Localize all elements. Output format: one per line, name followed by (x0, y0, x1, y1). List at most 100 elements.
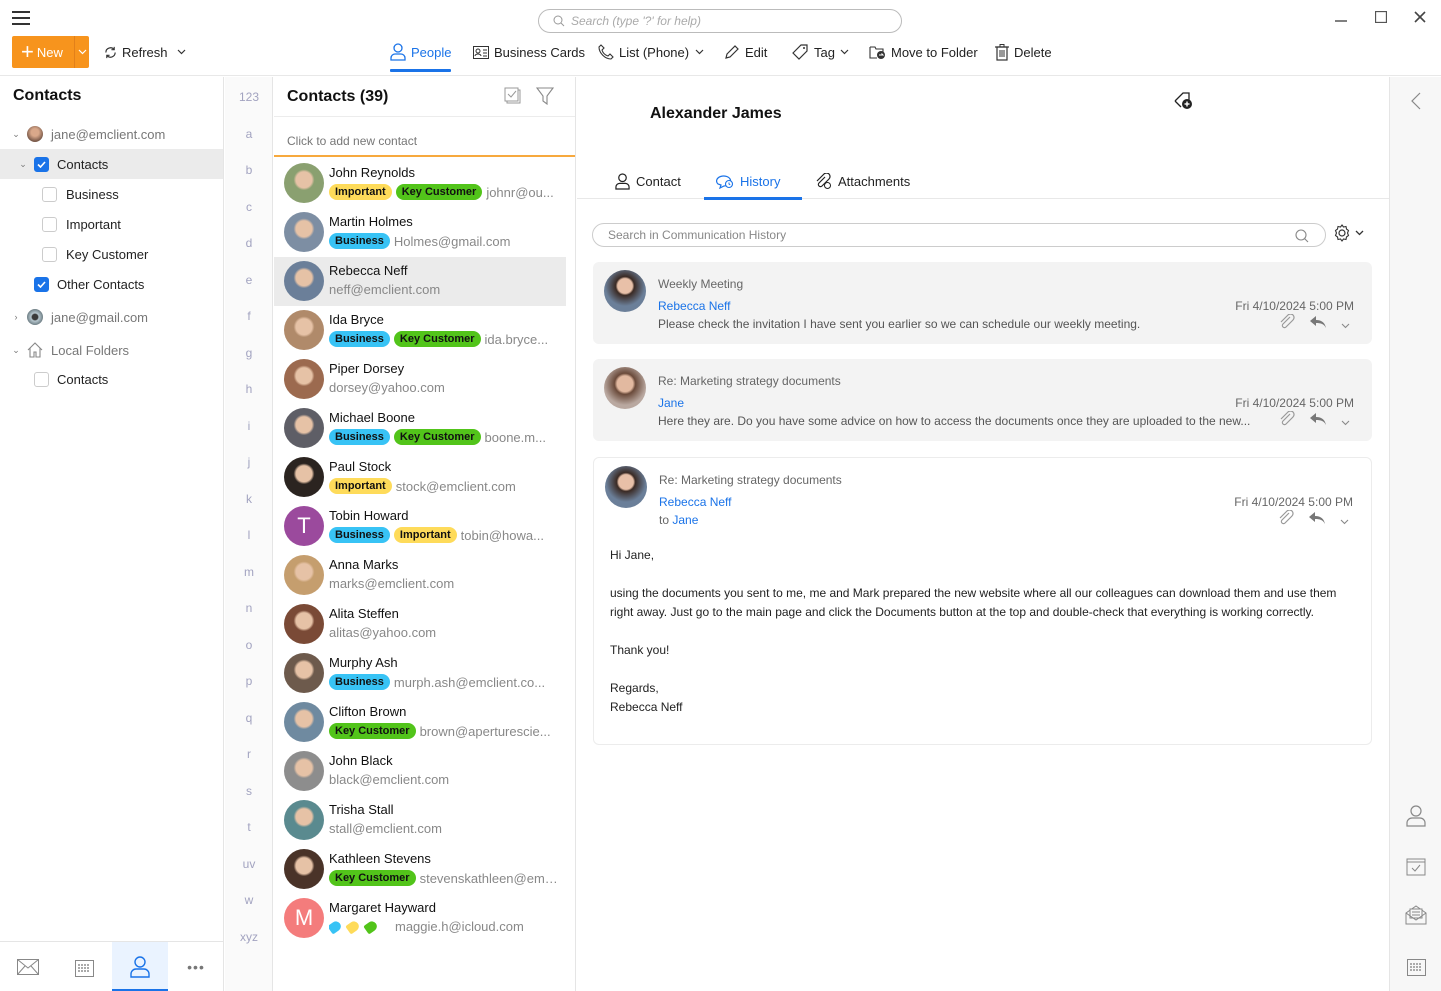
checkbox-contacts[interactable] (34, 156, 49, 172)
attachment-icon[interactable] (1279, 313, 1295, 335)
edit-button[interactable]: Edit (724, 36, 767, 68)
reply-icon[interactable] (1309, 412, 1327, 431)
history-message[interactable]: Weekly Meeting Rebecca Neff Please check… (593, 262, 1372, 344)
attachment-icon[interactable] (1278, 509, 1294, 531)
alphabet-letter[interactable]: g (225, 346, 273, 360)
chevron-right-icon[interactable]: › (10, 312, 22, 322)
select-all-button[interactable] (504, 87, 524, 107)
global-search[interactable] (538, 9, 902, 33)
add-new-contact-field[interactable]: Click to add new contact (274, 116, 575, 157)
contact-row[interactable]: Martin Holmes Business Holmes@gmail.com (274, 208, 566, 257)
contact-row[interactable]: Piper Dorsey dorsey@yahoo.com (274, 355, 566, 404)
alphabet-letter[interactable]: uv (225, 857, 273, 871)
checkbox-key-customer[interactable] (42, 246, 57, 262)
chevron-down-icon[interactable] (1340, 512, 1349, 530)
chevron-down-icon[interactable]: ⌄ (10, 345, 22, 356)
message-sender[interactable]: Rebecca Neff (658, 299, 731, 313)
minimize-button[interactable] (1326, 6, 1356, 28)
nav-calendar[interactable] (56, 942, 112, 991)
contact-row[interactable]: Anna Marks marks@emclient.com (274, 551, 566, 600)
delete-button[interactable]: Delete (995, 36, 1052, 68)
nav-more[interactable]: ••• (168, 942, 224, 991)
contact-row[interactable]: M Margaret Hayward maggie.h@icloud.com (274, 894, 566, 943)
chevron-down-icon[interactable]: ⌄ (17, 159, 29, 170)
alphabet-letter[interactable]: o (225, 638, 273, 652)
alphabet-letter[interactable]: p (225, 674, 273, 688)
recipient-link[interactable]: Jane (672, 513, 698, 527)
tab-contact[interactable]: Contact (615, 163, 681, 199)
rail-mail[interactable] (1404, 903, 1428, 927)
history-message[interactable]: Re: Marketing strategy documents Jane He… (593, 359, 1372, 441)
account-jane-gmail[interactable]: › jane@gmail.com (0, 302, 223, 332)
alphabet-letter[interactable]: n (225, 601, 273, 615)
history-settings-button[interactable] (1333, 224, 1364, 242)
reply-icon[interactable] (1308, 511, 1326, 530)
rail-tasks[interactable] (1404, 854, 1428, 878)
local-folders[interactable]: ⌄ Local Folders (0, 335, 223, 365)
history-search[interactable] (592, 223, 1326, 247)
checkbox-business[interactable] (42, 186, 57, 202)
add-tag-button[interactable] (1174, 91, 1194, 116)
checkbox-other-contacts[interactable] (34, 276, 49, 292)
nav-contacts[interactable] (112, 942, 168, 991)
alphabet-letter[interactable]: t (225, 820, 273, 834)
checkbox-local-contacts[interactable] (34, 371, 49, 387)
refresh-button[interactable]: Refresh (104, 36, 186, 68)
global-search-input[interactable] (571, 14, 871, 28)
alphabet-letter[interactable]: b (225, 163, 273, 177)
alphabet-letter[interactable]: i (225, 419, 273, 433)
checkbox-important[interactable] (42, 216, 57, 232)
menu-icon[interactable] (12, 11, 30, 25)
alphabet-letter[interactable]: m (225, 565, 273, 579)
alphabet-letter[interactable]: e (225, 273, 273, 287)
alphabet-letter[interactable]: s (225, 784, 273, 798)
alphabet-letter[interactable]: xyz (225, 930, 273, 944)
contact-row[interactable]: Kathleen Stevens Key Customer stevenskathl… (274, 845, 566, 894)
search-icon[interactable] (1295, 229, 1309, 243)
history-search-input[interactable] (608, 228, 1288, 242)
rail-contacts[interactable] (1404, 804, 1428, 828)
contact-row[interactable]: Ida Bryce Business Key Customer ida.bryce..… (274, 306, 566, 355)
alphabet-letter[interactable]: d (225, 236, 273, 250)
alphabet-letter[interactable]: w (225, 893, 273, 907)
new-button[interactable]: + New (12, 36, 74, 68)
message-sender[interactable]: Jane (658, 396, 684, 410)
move-to-folder-button[interactable]: Move to Folder (869, 36, 978, 68)
tree-item-contacts[interactable]: ⌄ Contacts (0, 149, 223, 179)
contact-row[interactable]: T Tobin Howard Business Important tobin@howa… (274, 502, 566, 551)
contact-row[interactable]: Clifton Brown Key Customer brown@apertures… (274, 698, 566, 747)
account-jane-emclient[interactable]: ⌄ jane@emclient.com (0, 119, 223, 149)
alphabet-letter[interactable]: 123 (225, 90, 273, 104)
maximize-button[interactable] (1366, 6, 1396, 28)
tag-dropdown[interactable]: Tag (792, 36, 849, 68)
contact-row[interactable]: Alita Steffen alitas@yahoo.com (274, 600, 566, 649)
attachment-icon[interactable] (1279, 410, 1295, 432)
tree-item-business[interactable]: Business (0, 179, 223, 209)
filter-button[interactable] (535, 87, 556, 107)
tab-attachments[interactable]: Attachments (815, 163, 910, 199)
list-view-dropdown[interactable]: List (Phone) (598, 36, 704, 68)
business-cards-button[interactable]: Business Cards (473, 36, 585, 68)
contact-row[interactable]: Murphy Ash Business murph.ash@emclient.co.… (274, 649, 566, 698)
rail-calendar[interactable] (1404, 954, 1428, 978)
contact-row[interactable]: Rebecca Neff neff@emclient.com (274, 257, 566, 306)
chevron-down-icon[interactable] (1341, 316, 1350, 334)
message-sender[interactable]: Rebecca Neff (659, 495, 732, 509)
chevron-down-icon[interactable] (1341, 413, 1350, 431)
alphabet-letter[interactable]: q (225, 711, 273, 725)
contact-row[interactable]: Michael Boone Business Key Customer boone.m… (274, 404, 566, 453)
alphabet-letter[interactable]: l (225, 528, 273, 542)
tree-item-key-customer[interactable]: Key Customer (0, 239, 223, 269)
close-button[interactable] (1405, 6, 1435, 28)
reply-icon[interactable] (1309, 315, 1327, 334)
alphabet-letter[interactable]: h (225, 382, 273, 396)
contact-row[interactable]: John Reynolds Important Key Customer johnr@… (274, 159, 566, 208)
alphabet-letter[interactable]: k (225, 492, 273, 506)
chevron-down-icon[interactable]: ⌄ (10, 129, 22, 140)
alphabet-letter[interactable]: c (225, 200, 273, 214)
tree-item-other-contacts[interactable]: Other Contacts (0, 269, 223, 299)
alphabet-letter[interactable]: f (225, 309, 273, 323)
tree-item-local-contacts[interactable]: Contacts (0, 364, 223, 394)
contact-row[interactable]: Paul Stock Important stock@emclient.com (274, 453, 566, 502)
alphabet-letter[interactable]: a (225, 127, 273, 141)
